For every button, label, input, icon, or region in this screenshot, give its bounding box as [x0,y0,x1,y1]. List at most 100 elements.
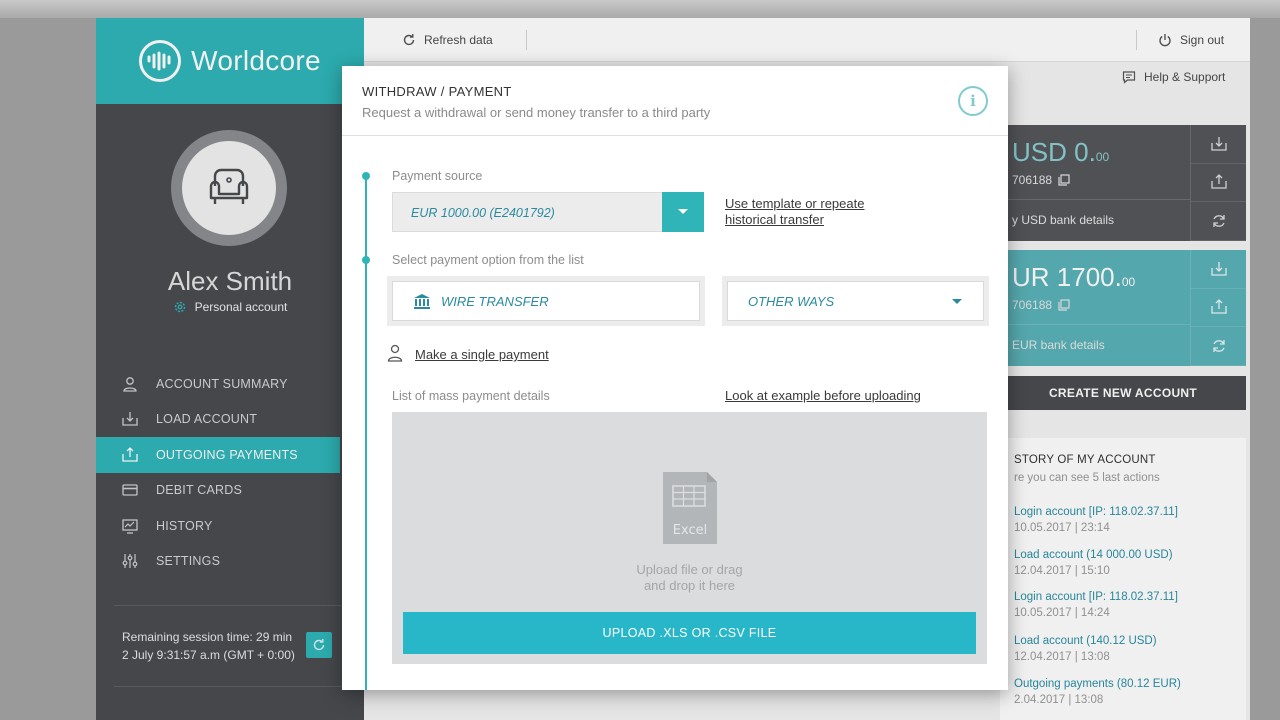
copy-icon[interactable] [1058,299,1070,311]
withdraw-button[interactable] [1191,164,1246,203]
refresh-data-button[interactable]: Refresh data [402,18,493,62]
upload-file-button[interactable]: UPLOAD .XLS OR .CSV FILE [403,612,976,654]
chat-icon [1122,71,1136,84]
file-drop-zone[interactable]: Excel Upload file or drag and drop it he… [392,412,987,664]
svg-text:Excel: Excel [673,523,707,538]
sidebar-item-label: LOAD ACCOUNT [156,412,258,427]
account-number: 706188 [1012,298,1070,312]
withdraw-button[interactable] [1191,289,1246,328]
account-type[interactable]: Personal account [96,300,364,314]
session-remaining: Remaining session time: 29 min [122,630,293,644]
create-new-account-button[interactable]: CREATE NEW ACCOUNT [1000,376,1246,410]
list-item[interactable]: Outgoing payments (80.12 EUR) 2.04.2017 |… [1014,676,1181,708]
upload-tray-icon [1210,174,1227,190]
sidebar-nav: ACCOUNT SUMMARY LOAD ACCOUNT OUTGOING PA… [96,366,364,579]
card-icon [122,484,138,496]
sidebar-item-debit-cards[interactable]: DEBIT CARDS [96,473,364,509]
step-timeline [365,176,367,690]
other-ways-select[interactable]: OTHER WAYS [722,276,989,326]
excel-file-icon: Excel [663,472,717,544]
exchange-button[interactable] [1191,327,1246,366]
bank-details-link[interactable]: EUR bank details [1012,338,1105,352]
sidebar-item-load-account[interactable]: LOAD ACCOUNT [96,402,364,438]
sidebar-item-label: HISTORY [156,518,213,533]
use-template-link[interactable]: Use template or repeate historical trans… [725,196,864,228]
session-clock: 2 July 9:31:57 a.m (GMT + 0:00) [122,648,295,662]
mass-payment-label: List of mass payment details [392,389,550,403]
worldcore-logo-icon [139,40,182,82]
load-account-button[interactable] [1191,250,1246,289]
step-dot [362,172,370,180]
refresh-icon [313,639,325,651]
history-title: STORY OF MY ACCOUNT [1014,454,1156,466]
refresh-data-label: Refresh data [424,33,493,47]
avatar[interactable] [171,130,287,246]
session-info: Remaining session time: 29 min 2 July 9:… [122,628,295,664]
payment-source-value: EUR 1000.00 (E2401792) [411,206,555,220]
upload-tray-icon [122,446,138,462]
bank-details-link[interactable]: y USD bank details [1012,213,1114,227]
chevron-down-icon[interactable] [662,192,704,232]
account-type-label: Personal account [194,300,288,314]
single-payment-link[interactable]: Make a single payment [415,347,549,363]
sidebar-item-settings[interactable]: SETTINGS [96,544,364,580]
other-ways-label: OTHER WAYS [748,293,835,309]
user-icon [387,344,403,362]
sidebar-item-account-summary[interactable]: ACCOUNT SUMMARY [96,366,364,402]
help-support-link[interactable]: Help & Support [1122,70,1225,84]
upload-tray-icon [1210,299,1227,315]
account-actions [1190,250,1246,366]
list-item[interactable]: Login account [IP: 118.02.37.11] 10.05.20… [1014,504,1178,536]
wire-transfer-label: WIRE TRANSFER [441,293,549,309]
info-icon[interactable]: i [958,86,988,116]
sign-out-button[interactable]: Sign out [1158,18,1224,62]
wire-transfer-option[interactable]: WIRE TRANSFER [387,276,705,326]
payment-source-select[interactable]: EUR 1000.00 (E2401792) [392,192,704,232]
example-link[interactable]: Look at example before uploading [725,388,921,404]
list-item[interactable]: Login account [IP: 118.02.37.11] 10.05.20… [1014,589,1178,621]
sliders-icon [122,554,138,569]
usd-account-card[interactable]: USD 0.00 706188 y USD bank details [1000,125,1246,241]
divider [1000,324,1190,325]
user-icon [123,376,137,392]
download-tray-icon [1210,261,1227,276]
copy-icon[interactable] [1058,174,1070,186]
sidebar-item-label: ACCOUNT SUMMARY [156,376,288,391]
sidebar-item-label: DEBIT CARDS [156,483,243,498]
account-balance: UR 1700.00 [1012,262,1136,292]
sync-icon [1212,339,1225,352]
payment-source-label: Payment source [392,169,483,183]
sidebar-item-outgoing-payments[interactable]: OUTGOING PAYMENTS [96,437,340,473]
drop-hint: Upload file or drag and drop it here [636,562,743,593]
modal-header: WITHDRAW / PAYMENT Request a withdrawal … [342,66,1008,136]
help-support-label: Help & Support [1144,70,1226,84]
account-actions [1190,125,1246,241]
divider [114,686,344,687]
desktop-background [0,0,1280,18]
list-item[interactable]: Load account (140.12 USD) 12.04.2017 | 13… [1014,633,1157,665]
eur-account-card[interactable]: UR 1700.00 706188 EUR bank details [1000,250,1246,366]
exchange-button[interactable] [1191,202,1246,241]
withdraw-payment-modal: WITHDRAW / PAYMENT Request a withdrawal … [342,66,1008,690]
armchair-icon [182,141,276,235]
account-balance: USD 0.00 [1012,137,1110,167]
chart-monitor-icon [122,519,138,534]
gear-icon [174,301,185,313]
sidebar-item-history[interactable]: HISTORY [96,508,364,544]
bank-icon [414,294,430,309]
account-number: 706188 [1012,173,1070,187]
session-refresh-button[interactable] [306,632,332,658]
modal-title: WITHDRAW / PAYMENT [362,84,512,99]
divider [1136,30,1137,50]
chevron-down-icon [952,299,962,304]
divider [1000,199,1190,200]
sidebar-item-label: SETTINGS [156,554,221,569]
load-account-button[interactable] [1191,125,1246,164]
download-tray-icon [122,412,138,426]
divider [114,605,344,606]
sync-icon [1212,214,1225,227]
list-item[interactable]: Load account (14 000.00 USD) 12.04.2017 |… [1014,547,1173,579]
account-history-panel: STORY OF MY ACCOUNT re you can see 5 las… [1000,438,1246,720]
top-bar: Refresh data Sign out [364,18,1250,62]
logo[interactable]: Worldcore [96,18,364,104]
